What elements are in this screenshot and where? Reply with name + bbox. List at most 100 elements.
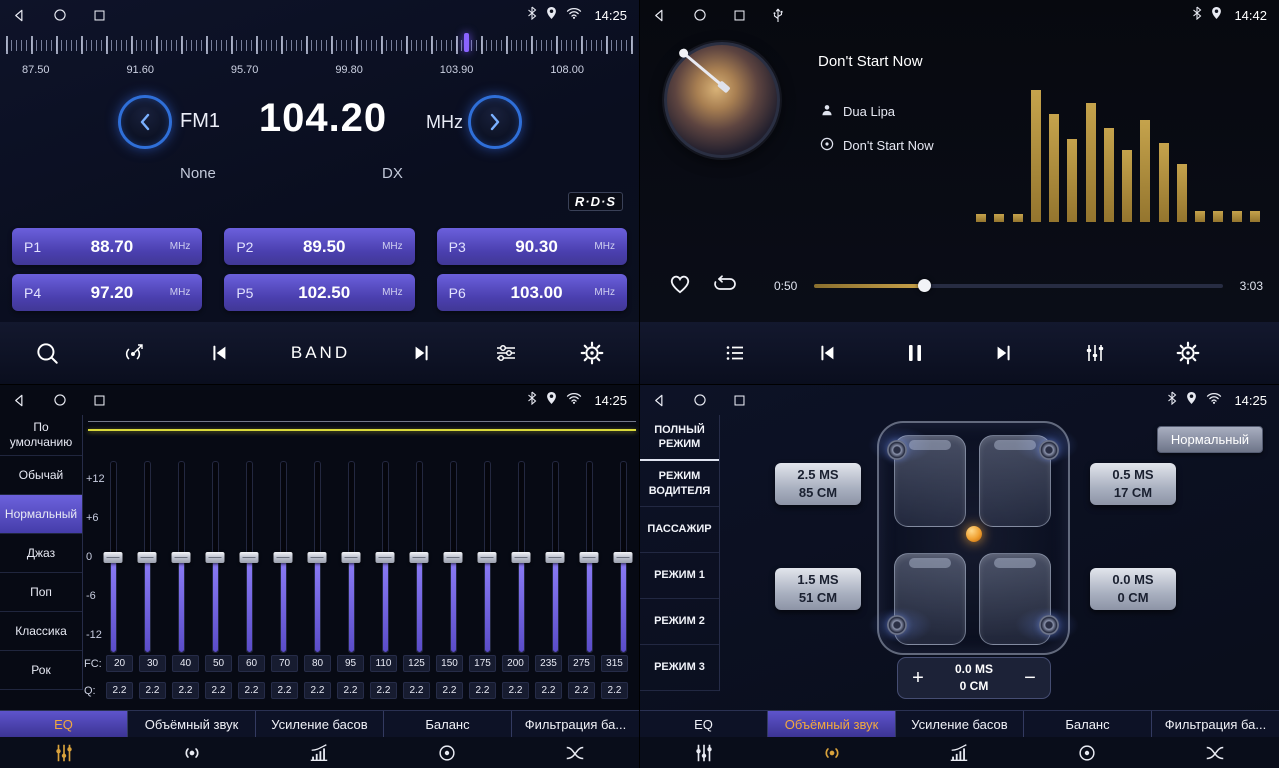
- eq-band-slider[interactable]: [444, 461, 462, 653]
- preset-button[interactable]: P6 103.00 MHz: [437, 274, 627, 311]
- audio-tab[interactable]: Баланс: [384, 711, 512, 737]
- gear-icon[interactable]: [579, 340, 605, 366]
- eq-sliders-icon[interactable]: [0, 737, 128, 768]
- q-value-cell[interactable]: 2.2: [601, 682, 628, 699]
- eq-slider-handle[interactable]: [308, 552, 327, 563]
- surround-sound-icon[interactable]: [128, 737, 256, 768]
- repeat-icon[interactable]: [710, 272, 740, 301]
- band-button[interactable]: BAND: [291, 343, 350, 363]
- q-value-cell[interactable]: 2.2: [568, 682, 595, 699]
- recents-icon[interactable]: [93, 394, 106, 407]
- broadcast-icon[interactable]: [120, 341, 148, 365]
- gear-icon[interactable]: [1175, 340, 1201, 366]
- decrease-delay-button[interactable]: −: [1010, 658, 1050, 698]
- fc-value-cell[interactable]: 150: [436, 655, 463, 672]
- home-icon[interactable]: [693, 393, 707, 407]
- frequency-ruler[interactable]: [0, 36, 639, 56]
- fc-value-cell[interactable]: 175: [469, 655, 496, 672]
- surround-sound-icon[interactable]: [768, 737, 896, 768]
- eq-band-slider[interactable]: [172, 461, 190, 653]
- eq-band-slider[interactable]: [342, 461, 360, 653]
- eq-preset-item[interactable]: Обычай: [0, 456, 82, 495]
- fc-value-cell[interactable]: 95: [337, 655, 364, 672]
- fc-value-cell[interactable]: 200: [502, 655, 529, 672]
- eq-band-slider[interactable]: [308, 461, 326, 653]
- back-icon[interactable]: [652, 8, 667, 23]
- eq-preset-item[interactable]: Рок: [0, 651, 82, 690]
- eq-band-slider[interactable]: [274, 461, 292, 653]
- eq-band-slider[interactable]: [240, 461, 258, 653]
- fc-value-cell[interactable]: 20: [106, 655, 133, 672]
- previous-icon[interactable]: [207, 342, 231, 364]
- increase-delay-button[interactable]: +: [898, 658, 938, 698]
- preset-button[interactable]: P5 102.50 MHz: [224, 274, 414, 311]
- eq-band-slider[interactable]: [410, 461, 428, 653]
- eq-preset-item[interactable]: Классика: [0, 612, 82, 651]
- album-art[interactable]: [664, 42, 780, 158]
- eq-band-slider[interactable]: [206, 461, 224, 653]
- preset-button[interactable]: P4 97.20 MHz: [12, 274, 202, 311]
- audio-tab[interactable]: Объёмный звук: [768, 711, 896, 737]
- mixer-icon[interactable]: [1082, 341, 1108, 365]
- tuning-indicator[interactable]: [464, 33, 469, 52]
- eq-preset-item[interactable]: Нормальный: [0, 495, 82, 534]
- eq-slider-handle[interactable]: [240, 552, 259, 563]
- progress-bar[interactable]: [814, 284, 1223, 288]
- eq-band-slider[interactable]: [478, 461, 496, 653]
- recents-icon[interactable]: [733, 9, 746, 22]
- preset-button[interactable]: P1 88.70 MHz: [12, 228, 202, 265]
- audio-tab[interactable]: EQ: [0, 711, 128, 737]
- back-icon[interactable]: [12, 8, 27, 23]
- audio-tab[interactable]: Объёмный звук: [128, 711, 256, 737]
- audio-tab[interactable]: EQ: [640, 711, 768, 737]
- q-value-cell[interactable]: 2.2: [370, 682, 397, 699]
- pause-icon[interactable]: [905, 341, 925, 365]
- audio-tab[interactable]: Усиление басов: [896, 711, 1024, 737]
- listening-position-marker[interactable]: [966, 526, 982, 542]
- filter-icon[interactable]: [511, 737, 639, 768]
- audio-tab[interactable]: Усиление басов: [256, 711, 384, 737]
- audio-tab[interactable]: Фильтрация ба...: [1152, 711, 1279, 737]
- eq-slider-handle[interactable]: [614, 552, 633, 563]
- audio-tab[interactable]: Баланс: [1024, 711, 1152, 737]
- favorite-heart-icon[interactable]: [666, 270, 694, 301]
- q-value-cell[interactable]: 2.2: [535, 682, 562, 699]
- eq-slider-handle[interactable]: [376, 552, 395, 563]
- eq-band-slider[interactable]: [546, 461, 564, 653]
- recents-icon[interactable]: [93, 9, 106, 22]
- q-value-cell[interactable]: 2.2: [106, 682, 133, 699]
- fc-value-cell[interactable]: 275: [568, 655, 595, 672]
- recents-icon[interactable]: [733, 394, 746, 407]
- q-value-cell[interactable]: 2.2: [205, 682, 232, 699]
- fc-value-cell[interactable]: 315: [601, 655, 628, 672]
- eq-slider-handle[interactable]: [104, 552, 123, 563]
- back-icon[interactable]: [652, 393, 667, 408]
- delay-front-right-button[interactable]: 0.5 MS 17 CM: [1090, 463, 1176, 505]
- delay-rear-right-button[interactable]: 0.0 MS 0 CM: [1090, 568, 1176, 610]
- home-icon[interactable]: [693, 8, 707, 22]
- fc-value-cell[interactable]: 70: [271, 655, 298, 672]
- q-value-cell[interactable]: 2.2: [502, 682, 529, 699]
- eq-sliders-icon[interactable]: [640, 737, 768, 768]
- balance-icon[interactable]: [1023, 737, 1151, 768]
- eq-preset-item[interactable]: Поп: [0, 573, 82, 612]
- eq-preset-item[interactable]: Джаз: [0, 534, 82, 573]
- delay-rear-left-button[interactable]: 1.5 MS 51 CM: [775, 568, 861, 610]
- scan-icon[interactable]: [34, 340, 60, 366]
- eq-slider-handle[interactable]: [206, 552, 225, 563]
- eq-slider-handle[interactable]: [410, 552, 429, 563]
- preset-button[interactable]: P3 90.30 MHz: [437, 228, 627, 265]
- q-value-cell[interactable]: 2.2: [403, 682, 430, 699]
- eq-preset-item[interactable]: По умолчанию: [0, 415, 82, 456]
- eq-band-slider[interactable]: [614, 461, 632, 653]
- eq-band-slider[interactable]: [580, 461, 598, 653]
- fc-value-cell[interactable]: 50: [205, 655, 232, 672]
- eq-slider-handle[interactable]: [478, 552, 497, 563]
- fc-value-cell[interactable]: 110: [370, 655, 397, 672]
- eq-slider-handle[interactable]: [138, 552, 157, 563]
- fc-value-cell[interactable]: 40: [172, 655, 199, 672]
- next-icon[interactable]: [410, 342, 434, 364]
- filter-icon[interactable]: [1151, 737, 1279, 768]
- q-value-cell[interactable]: 2.2: [469, 682, 496, 699]
- balance-icon[interactable]: [383, 737, 511, 768]
